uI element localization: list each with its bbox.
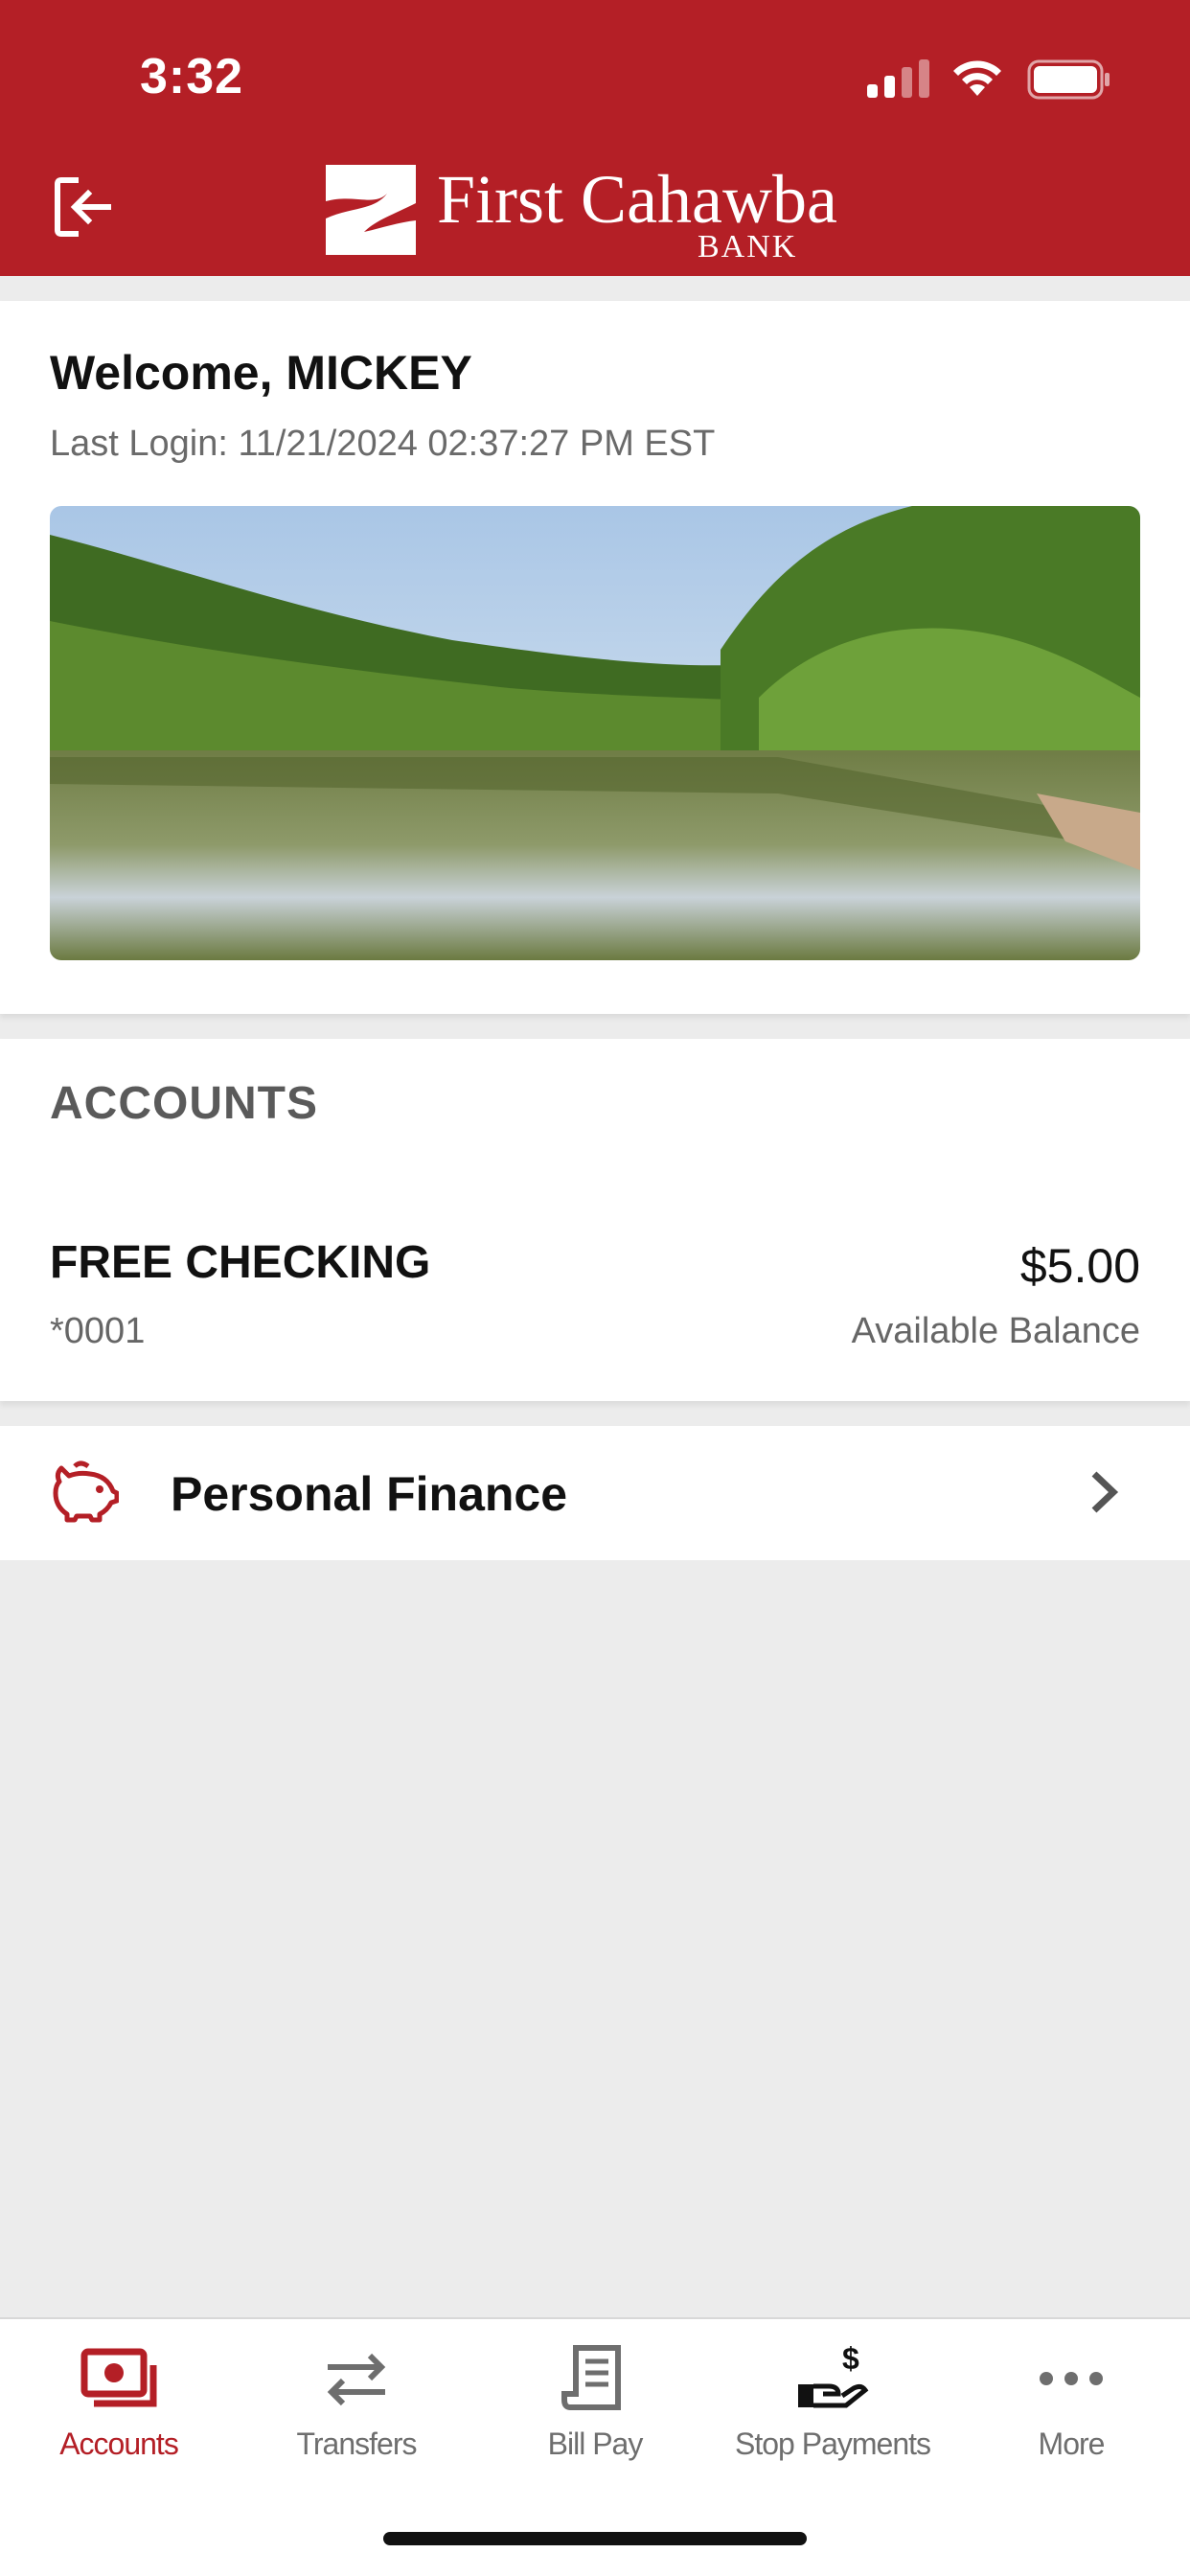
river-landscape-image <box>50 506 1140 960</box>
welcome-title: Welcome, MICKEY <box>50 346 472 400</box>
piggy-bank-icon <box>53 1460 119 1523</box>
tab-accounts[interactable]: Accounts <box>0 2319 238 2492</box>
tab-label: Stop Payments <box>735 2426 931 2461</box>
brand-name: First Cahawba <box>437 161 837 238</box>
personal-finance-row[interactable]: Personal Finance <box>0 1426 1190 1560</box>
svg-text:$: $ <box>842 2344 859 2376</box>
accounts-heading: ACCOUNTS <box>50 1078 318 1129</box>
bill-pay-icon <box>561 2345 621 2410</box>
account-name: FREE CHECKING <box>50 1237 431 1288</box>
account-balance: $5.00 <box>1019 1239 1140 1293</box>
logout-icon[interactable] <box>50 172 119 242</box>
app-header: 3:32 First Cahawba BANK <box>0 0 1190 276</box>
chevron-right-icon <box>1091 1471 1119 1513</box>
wifi-icon <box>953 60 1001 96</box>
stop-payments-icon: $ <box>798 2344 869 2408</box>
account-balance-label: Available Balance <box>851 1311 1140 1351</box>
tab-more[interactable]: More <box>952 2319 1190 2492</box>
status-time: 3:32 <box>140 49 244 104</box>
account-row[interactable]: FREE CHECKING *0001 $5.00 Available Bala… <box>0 1230 1190 1384</box>
welcome-card: Welcome, MICKEY Last Login: 11/21/2024 0… <box>0 301 1190 1014</box>
transfers-icon <box>327 2353 386 2406</box>
tab-label: Transfers <box>296 2426 418 2461</box>
brand-logo: First Cahawba BANK <box>326 161 862 264</box>
more-icon <box>1040 2372 1103 2385</box>
tab-bill-pay[interactable]: Bill Pay <box>476 2319 714 2492</box>
last-login-text: Last Login: 11/21/2024 02:37:27 PM EST <box>50 424 716 464</box>
tab-label: More <box>1038 2426 1106 2461</box>
battery-icon <box>1027 59 1110 100</box>
account-number: *0001 <box>50 1311 146 1351</box>
status-bar: 3:32 <box>0 0 1190 144</box>
tab-transfers[interactable]: Transfers <box>238 2319 475 2492</box>
brand-subtitle: BANK <box>698 229 798 264</box>
bank-logo-icon <box>326 165 416 255</box>
accounts-card: ACCOUNTS FREE CHECKING *0001 $5.00 Avail… <box>0 1039 1190 1401</box>
accounts-icon <box>80 2348 157 2407</box>
tab-label: Accounts <box>59 2426 179 2461</box>
personal-finance-label: Personal Finance <box>171 1467 568 1521</box>
tab-label: Bill Pay <box>547 2426 644 2461</box>
cellular-signal-icon <box>867 59 929 98</box>
home-indicator <box>383 2532 807 2545</box>
tab-stop-payments[interactable]: $ Stop Payments <box>714 2319 951 2492</box>
